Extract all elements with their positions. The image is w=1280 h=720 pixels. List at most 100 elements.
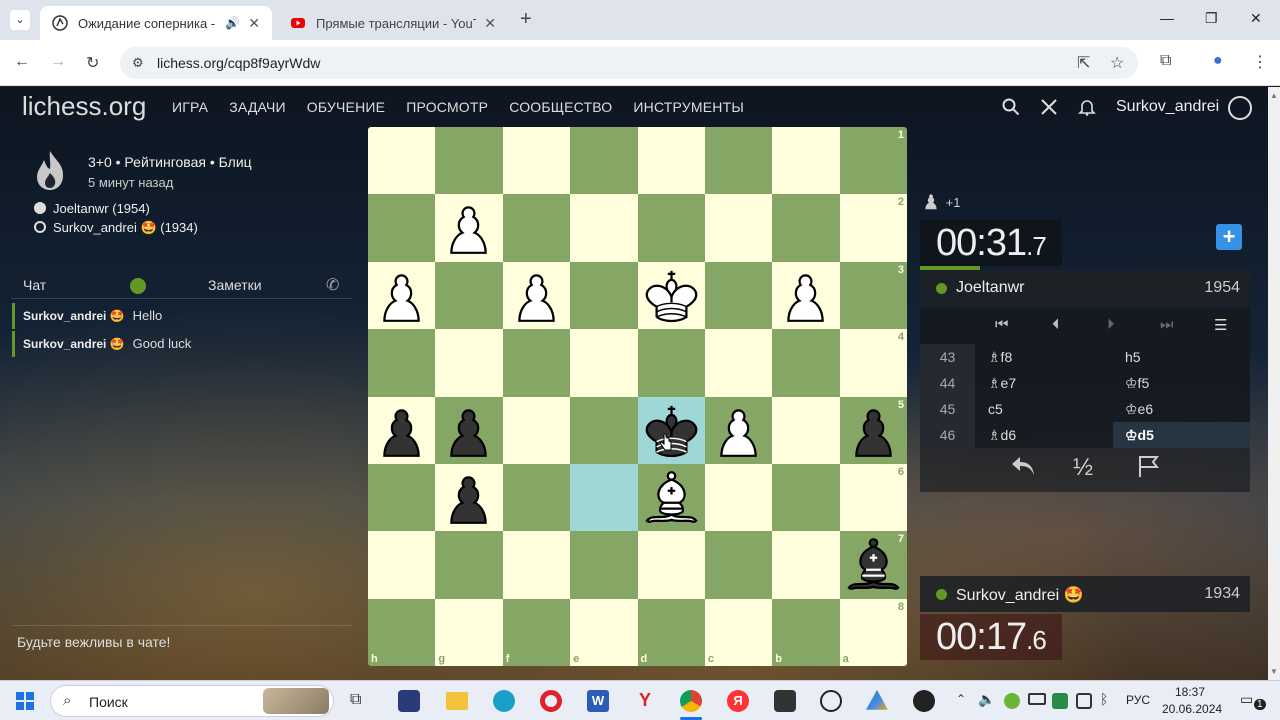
white-king-icon[interactable] <box>638 262 705 329</box>
new-tab-icon[interactable]: + <box>520 8 532 31</box>
address-bar[interactable]: ⚙ lichess.org/cqp8f9ayrWdw ⇱ ☆ <box>120 47 1138 79</box>
challenges-swords-icon[interactable] <box>1040 98 1058 121</box>
player-name[interactable]: Surkov_andrei 🤩 <box>956 585 1084 605</box>
opponent-name[interactable]: Joeltanwr <box>956 279 1024 297</box>
site-info-icon[interactable]: ⚙ <box>132 55 144 71</box>
board-square[interactable]: f <box>502 598 571 666</box>
board-square[interactable]: g <box>435 598 503 666</box>
black-move[interactable]: ♔e6 <box>1113 396 1250 422</box>
phone-icon[interactable]: ✆ <box>326 275 339 295</box>
board-square[interactable] <box>772 127 840 195</box>
nav-tools[interactable]: ИНСТРУМЕНТЫ <box>633 99 744 115</box>
nav-learn[interactable]: ОБУЧЕНИЕ <box>307 99 385 115</box>
file-explorer-icon[interactable] <box>446 692 468 710</box>
board-square[interactable] <box>368 194 436 262</box>
board-square[interactable] <box>435 329 503 397</box>
message-author[interactable]: Surkov_andrei 🤩 <box>23 309 125 323</box>
chat-input[interactable]: Будьте вежливы в чате! <box>12 625 352 659</box>
hamburger-menu-icon[interactable]: ☰ <box>1214 316 1227 334</box>
white-move[interactable]: ♗e7 <box>988 370 1016 396</box>
search-icon[interactable] <box>1002 98 1020 121</box>
board-square[interactable]: b <box>772 598 840 666</box>
chess-board[interactable]: 1234567hgfedcb8a <box>368 127 907 666</box>
chrome-icon[interactable] <box>680 690 702 712</box>
player-black[interactable]: Surkov_andrei 🤩 (1934) <box>34 220 198 236</box>
board-square[interactable] <box>772 531 840 599</box>
board-square[interactable] <box>502 396 571 464</box>
tab-youtube[interactable]: Прямые трансляции - YouTube ✕ <box>278 6 508 40</box>
board-square[interactable] <box>368 329 436 397</box>
board-square[interactable] <box>435 261 503 330</box>
restore-icon[interactable]: ❐ <box>1205 10 1218 27</box>
board-square[interactable]: c <box>704 598 773 666</box>
board-square[interactable] <box>435 127 503 195</box>
tray-overflow-icon[interactable]: ⌃ <box>956 692 966 706</box>
board-square[interactable] <box>570 261 638 330</box>
board-square[interactable] <box>570 463 638 532</box>
takeback-icon[interactable] <box>1010 454 1036 485</box>
board-square[interactable] <box>704 127 773 195</box>
notifications-bell-icon[interactable] <box>1078 98 1096 121</box>
tray-screen-icon[interactable] <box>1076 693 1092 709</box>
shield-app-icon[interactable] <box>774 690 796 712</box>
board-square[interactable]: 8a <box>839 598 907 666</box>
white-bishop-icon[interactable] <box>638 464 705 531</box>
task-view-icon[interactable]: ⧉ <box>350 691 361 709</box>
bookmark-star-icon[interactable]: ☆ <box>1110 53 1124 73</box>
black-king-icon[interactable] <box>638 397 705 464</box>
yandex-icon[interactable]: Y <box>634 690 656 712</box>
board-square[interactable] <box>637 127 705 195</box>
board-square[interactable] <box>570 127 638 195</box>
board-square[interactable] <box>637 194 705 262</box>
white-move[interactable]: c5 <box>988 396 1003 422</box>
white-pawn-icon[interactable] <box>705 397 772 464</box>
open-in-app-icon[interactable]: ⇱ <box>1077 53 1090 73</box>
app-shield-icon[interactable] <box>398 690 420 712</box>
resign-flag-icon[interactable] <box>1136 454 1160 485</box>
yandex-browser-icon[interactable]: Я <box>727 690 749 712</box>
board-square[interactable] <box>502 194 571 262</box>
tab-chat[interactable]: Чат <box>23 277 46 293</box>
reload-icon[interactable]: ↻ <box>86 53 99 73</box>
obs-icon[interactable] <box>913 690 935 712</box>
tab-lichess[interactable]: Ожидание соперника - Иг 🔊 ✕ <box>40 6 272 40</box>
black-move[interactable]: ♔f5 <box>1113 370 1250 396</box>
next-move-icon[interactable]: ⏵ <box>1107 316 1115 333</box>
nav-watch[interactable]: ПРОСМОТР <box>406 99 488 115</box>
forward-icon[interactable]: → <box>50 53 66 71</box>
prev-move-icon[interactable]: ⏴ <box>1052 316 1060 333</box>
offer-draw-button[interactable]: ½ <box>1073 454 1093 482</box>
close-tab-icon[interactable]: ✕ <box>248 15 260 32</box>
board-square[interactable] <box>704 463 773 532</box>
board-square[interactable] <box>435 531 503 599</box>
language-indicator[interactable]: РУС <box>1126 693 1150 707</box>
board-square[interactable] <box>502 463 571 532</box>
message-author[interactable]: Surkov_andrei 🤩 <box>23 337 125 351</box>
black-pawn-icon[interactable] <box>368 397 435 464</box>
board-square[interactable] <box>368 463 436 532</box>
board-square[interactable] <box>637 531 705 599</box>
tray-app-icon[interactable] <box>1004 693 1020 709</box>
profile-icon[interactable]: ● <box>1213 52 1223 70</box>
extensions-icon[interactable]: ⧉ <box>1160 52 1171 70</box>
black-bishop-icon[interactable] <box>840 531 907 598</box>
tray-green-icon[interactable] <box>1052 693 1068 709</box>
black-pawn-icon[interactable] <box>840 397 907 464</box>
board-square[interactable] <box>570 194 638 262</box>
board-square[interactable]: e <box>570 598 638 666</box>
user-avatar-icon[interactable] <box>1228 96 1252 120</box>
white-move[interactable]: ♗d6 <box>988 422 1016 448</box>
page-scrollbar[interactable]: ▲ ▼ <box>1268 87 1280 680</box>
current-move[interactable]: ♔d5 <box>1113 422 1250 448</box>
nav-community[interactable]: СООБЩЕСТВО <box>509 99 612 115</box>
white-pawn-icon[interactable] <box>368 262 435 329</box>
board-square[interactable] <box>502 127 571 195</box>
board-square[interactable] <box>704 329 773 397</box>
site-logo[interactable]: lichess.org <box>22 91 146 122</box>
back-icon[interactable]: ← <box>14 53 30 71</box>
white-move[interactable]: ♗f8 <box>988 344 1012 370</box>
chess-app-icon[interactable] <box>820 690 842 712</box>
clock-time[interactable]: 18:37 <box>1175 685 1205 699</box>
black-pawn-icon[interactable] <box>435 397 502 464</box>
board-square[interactable] <box>772 194 840 262</box>
